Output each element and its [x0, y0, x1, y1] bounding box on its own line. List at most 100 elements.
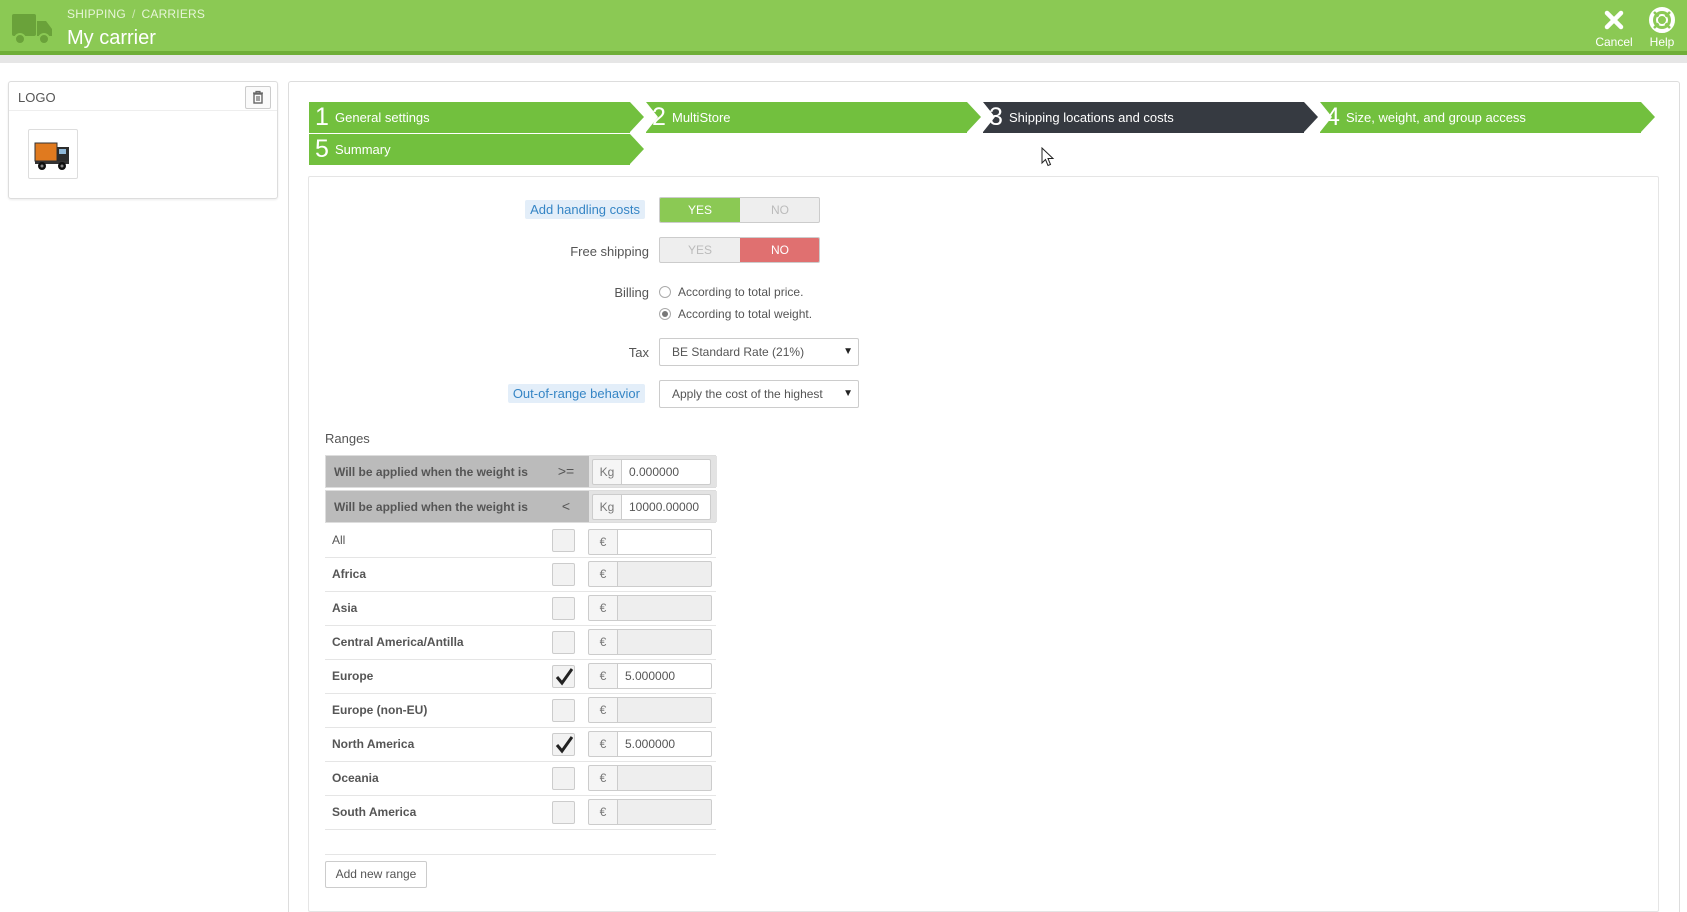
- zone-checkbox-checked[interactable]: [552, 733, 575, 756]
- zone-row-africa: Africa €: [325, 558, 716, 592]
- range-to-input[interactable]: 10000.00000: [621, 494, 711, 520]
- billing-option-price[interactable]: According to total price.: [659, 285, 803, 299]
- step-number: 1: [315, 103, 329, 131]
- zone-name: Europe: [332, 669, 374, 683]
- billing-option-weight[interactable]: According to total weight.: [659, 307, 812, 321]
- page-title: My carrier: [67, 27, 156, 49]
- checkmark-icon: [555, 668, 573, 686]
- handling-costs-switch[interactable]: YES NO: [659, 197, 820, 223]
- free-shipping-switch[interactable]: YES NO: [659, 237, 820, 263]
- range-from-row: Will be applied when the weight is >= Kg…: [325, 455, 717, 488]
- step-summary[interactable]: 5 Summary: [309, 134, 644, 165]
- zone-price-input[interactable]: [617, 595, 712, 621]
- tax-label: Tax: [628, 345, 649, 360]
- zone-row-central-america: Central America/Antilla €: [325, 626, 716, 660]
- radio-button-checked[interactable]: [659, 308, 671, 320]
- breadcrumb-shipping[interactable]: SHIPPING: [67, 7, 126, 21]
- step-general-settings[interactable]: 1 General settings: [309, 102, 644, 133]
- zone-row-europe-non-eu: Europe (non-EU) €: [325, 694, 716, 728]
- zone-checkbox[interactable]: [552, 699, 575, 722]
- step-label: MultiStore: [672, 110, 731, 125]
- zone-checkbox[interactable]: [552, 767, 575, 790]
- zone-row-all: All €: [325, 524, 716, 558]
- euro-addon: €: [588, 765, 618, 791]
- range-to-operator: <: [561, 498, 571, 514]
- zone-price-input[interactable]: [617, 529, 712, 555]
- tax-select[interactable]: BE Standard Rate (21%) ▼: [659, 338, 859, 366]
- header-shadow: [0, 55, 1687, 63]
- zone-price-input[interactable]: [617, 765, 712, 791]
- zone-price-input[interactable]: [617, 629, 712, 655]
- out-of-range-label[interactable]: Out-of-range behavior: [507, 384, 645, 403]
- step-label: Size, weight, and group access: [1346, 110, 1526, 125]
- logo-panel: LOGO: [8, 81, 278, 199]
- zone-checkbox[interactable]: [552, 529, 575, 552]
- zone-price-input[interactable]: [617, 799, 712, 825]
- zone-checkbox[interactable]: [552, 801, 575, 824]
- handling-no-option[interactable]: NO: [740, 198, 819, 222]
- zone-name: Africa: [332, 567, 367, 581]
- zone-row-south-america: South America €: [325, 796, 716, 830]
- free-shipping-label: Free shipping: [570, 244, 649, 259]
- delete-logo-button[interactable]: [245, 86, 271, 109]
- zone-price-input[interactable]: [617, 697, 712, 723]
- ranges-table-bottom-border: [325, 854, 716, 855]
- handling-costs-label[interactable]: Add handling costs: [525, 200, 645, 219]
- zone-name: Europe (non-EU): [332, 703, 428, 717]
- free-shipping-yes-option[interactable]: YES: [660, 238, 740, 262]
- zone-price-input[interactable]: 5.000000: [617, 663, 712, 689]
- zone-row-oceania: Oceania €: [325, 762, 716, 796]
- carrier-logo-image: [28, 129, 78, 179]
- step-number: 4: [1326, 103, 1340, 131]
- step-arrow: [1641, 102, 1655, 132]
- zone-price-input[interactable]: 5.000000: [617, 731, 712, 757]
- lifebuoy-icon: [1649, 7, 1675, 33]
- euro-addon: €: [588, 697, 618, 723]
- range-to-row: Will be applied when the weight is < Kg …: [325, 490, 717, 523]
- range-from-label: Will be applied when the weight is: [334, 465, 528, 479]
- euro-addon: €: [588, 561, 618, 587]
- zone-row-asia: Asia €: [325, 592, 716, 626]
- zone-name: Asia: [332, 601, 358, 615]
- cancel-button[interactable]: Cancel: [1593, 7, 1635, 49]
- handling-yes-option[interactable]: YES: [660, 198, 740, 222]
- euro-addon: €: [588, 663, 618, 689]
- mouse-cursor-icon: [1041, 147, 1055, 167]
- step-multistore[interactable]: 2 MultiStore: [646, 102, 981, 133]
- step-size-weight[interactable]: 4 Size, weight, and group access: [1320, 102, 1655, 133]
- billing-label: Billing: [614, 285, 649, 300]
- free-shipping-no-option[interactable]: NO: [740, 238, 819, 262]
- zone-name: Central America/Antilla: [332, 635, 464, 649]
- kg-addon: Kg: [592, 459, 622, 485]
- zone-checkbox[interactable]: [552, 631, 575, 654]
- step-label: Shipping locations and costs: [1009, 110, 1174, 125]
- breadcrumb-carriers[interactable]: CARRIERS: [142, 7, 206, 21]
- help-button[interactable]: Help: [1645, 7, 1679, 49]
- range-from-input[interactable]: 0.000000: [621, 459, 711, 485]
- kg-addon: Kg: [592, 494, 622, 520]
- euro-addon: €: [588, 595, 618, 621]
- euro-addon: €: [588, 529, 618, 555]
- step-arrow: [630, 102, 644, 132]
- range-from-cell: Kg 0.000000: [589, 456, 717, 487]
- out-of-range-select[interactable]: Apply the cost of the highest ▼: [659, 380, 859, 408]
- step-shipping-locations[interactable]: 3 Shipping locations and costs: [983, 102, 1318, 133]
- out-of-range-label-row: Out-of-range behavior: [420, 384, 645, 403]
- zone-checkbox[interactable]: [552, 597, 575, 620]
- help-label: Help: [1649, 35, 1675, 49]
- radio-button[interactable]: [659, 286, 671, 298]
- handling-costs-label-row: Add handling costs: [420, 200, 645, 219]
- euro-addon: €: [588, 731, 618, 757]
- logo-panel-divider: [9, 110, 277, 111]
- euro-addon: €: [588, 629, 618, 655]
- zone-checkbox[interactable]: [552, 563, 575, 586]
- zone-name: South America: [332, 805, 417, 819]
- zone-checkbox-checked[interactable]: [552, 665, 575, 688]
- breadcrumb-separator: /: [131, 7, 136, 21]
- zone-price-input[interactable]: [617, 561, 712, 587]
- ranges-title: Ranges: [325, 431, 370, 446]
- add-new-range-button[interactable]: Add new range: [325, 861, 427, 888]
- tax-select-value: BE Standard Rate (21%): [672, 345, 805, 359]
- breadcrumb: SHIPPING / CARRIERS: [67, 7, 205, 21]
- close-icon: [1604, 10, 1624, 30]
